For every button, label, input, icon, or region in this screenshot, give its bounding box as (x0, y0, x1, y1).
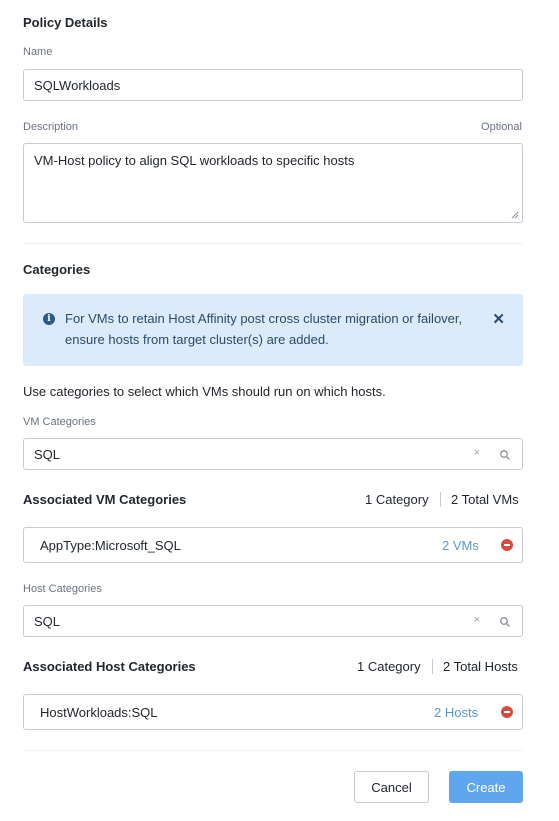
description-label: Description (23, 121, 79, 133)
categories-help-text: Use categories to select which VMs shoul… (23, 384, 386, 399)
search-icon[interactable] (499, 616, 511, 628)
clear-icon[interactable]: × (474, 447, 480, 459)
name-input[interactable]: SQLWorkloads (23, 69, 523, 101)
footer-divider (23, 750, 523, 751)
associated-host-category-row: HostWorkloads:SQL 2 Hosts (23, 694, 523, 730)
description-value: VM-Host policy to align SQL workloads to… (34, 153, 355, 168)
vm-total-count: 2 Total VMs (451, 492, 519, 507)
name-input-value: SQLWorkloads (34, 77, 121, 93)
vm-category-name: AppType:Microsoft_SQL (40, 538, 181, 553)
create-button[interactable]: Create (449, 771, 523, 803)
associated-vm-categories-title: Associated VM Categories (23, 492, 187, 507)
host-category-count: 1 Category (357, 659, 421, 674)
host-total-count: 2 Total Hosts (443, 659, 518, 674)
info-icon: i (43, 313, 55, 325)
vm-categories-label: VM Categories (23, 416, 96, 428)
associated-host-categories-title: Associated Host Categories (23, 659, 196, 674)
vm-category-count: 1 Category (365, 492, 429, 507)
remove-icon[interactable] (501, 706, 513, 718)
description-textarea[interactable]: VM-Host policy to align SQL workloads to… (23, 143, 523, 223)
host-category-name: HostWorkloads:SQL (40, 705, 158, 720)
info-banner: i For VMs to retain Host Affinity post c… (23, 294, 523, 366)
host-categories-search-value: SQL (34, 613, 61, 629)
associated-vm-category-row: AppType:Microsoft_SQL 2 VMs (23, 527, 523, 563)
cancel-button[interactable]: Cancel (354, 771, 429, 803)
name-label: Name (23, 46, 53, 58)
count-divider (440, 492, 441, 507)
count-divider (432, 659, 433, 674)
policy-details-heading: Policy Details (23, 15, 108, 30)
vm-count-link[interactable]: 2 VMs (442, 538, 479, 553)
categories-heading: Categories (23, 262, 91, 277)
vm-categories-search-input[interactable]: SQL × (23, 438, 523, 470)
close-icon[interactable]: ✕ (492, 310, 505, 328)
clear-icon[interactable]: × (474, 614, 480, 626)
info-message: For VMs to retain Host Affinity post cro… (65, 311, 463, 347)
section-divider (23, 243, 523, 244)
host-categories-search-input[interactable]: SQL × (23, 605, 523, 637)
remove-icon[interactable] (501, 539, 513, 551)
host-count-link[interactable]: 2 Hosts (434, 705, 478, 720)
vm-categories-search-value: SQL (34, 446, 61, 462)
optional-label: Optional (481, 121, 522, 133)
search-icon[interactable] (499, 449, 511, 461)
host-categories-label: Host Categories (23, 583, 102, 595)
resize-handle-icon[interactable] (511, 211, 519, 219)
